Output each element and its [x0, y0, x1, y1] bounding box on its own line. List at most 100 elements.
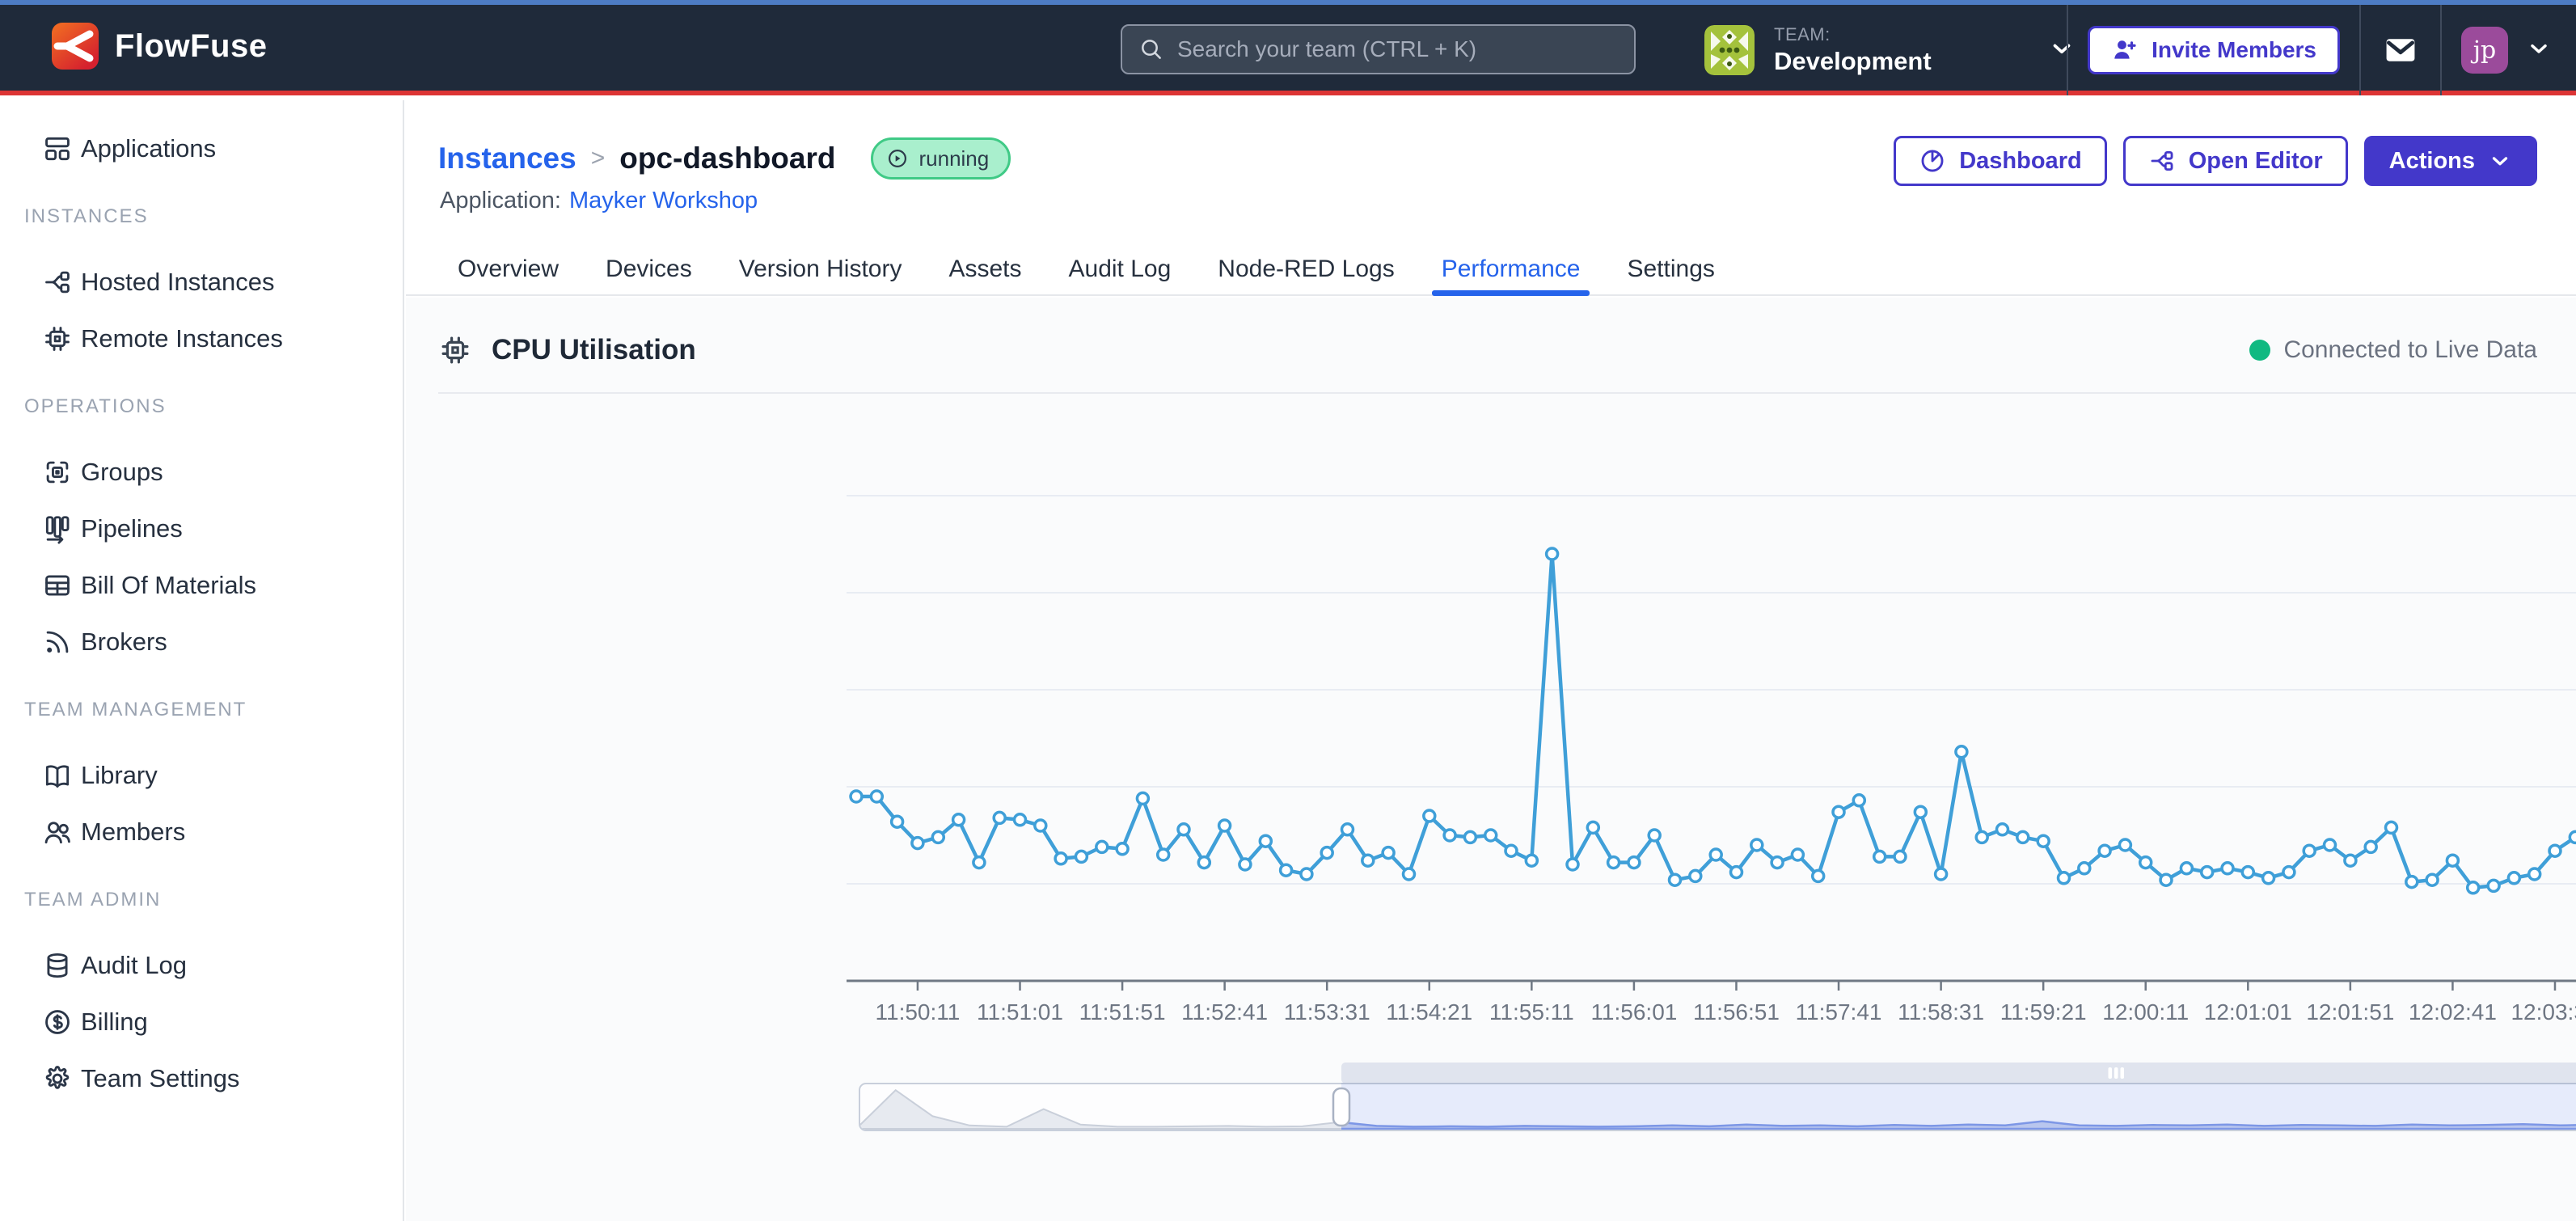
data-point-marker: [2426, 874, 2438, 885]
data-point-marker: [1321, 847, 1332, 859]
top-navbar: FlowFuse TEAM: Development: [0, 5, 2576, 95]
sidebar-item-label: Library: [81, 761, 158, 790]
application-link[interactable]: Mayker Workshop: [569, 188, 758, 213]
data-point-marker: [2365, 841, 2376, 852]
team-selector[interactable]: TEAM: Development: [1704, 24, 2076, 76]
remote-instances-icon: [42, 323, 73, 354]
data-point-marker: [1158, 849, 1169, 860]
data-point-marker: [1219, 820, 1231, 831]
data-point-marker: [1035, 820, 1046, 831]
sidebar-item-team-settings[interactable]: Team Settings: [0, 1053, 403, 1105]
user-menu[interactable]: jp: [2461, 27, 2552, 74]
sidebar-item-audit-log[interactable]: Audit Log: [0, 940, 403, 991]
data-point-marker: [2468, 882, 2479, 894]
data-point-marker: [994, 812, 1005, 823]
chart-range-brush[interactable]: [859, 1063, 2576, 1137]
tab-devices[interactable]: Devices: [601, 244, 697, 294]
data-point-marker: [1547, 548, 1558, 560]
data-point-marker: [1526, 855, 1537, 866]
brush-handle-left[interactable]: [1333, 1088, 1349, 1126]
data-point-marker: [1117, 843, 1128, 855]
data-point-marker: [1281, 864, 1292, 876]
user-chevron-down-icon: [2526, 36, 2552, 65]
x-axis-label: 11:54:21: [1386, 999, 1472, 1025]
sidebar-item-label: Team Settings: [81, 1064, 239, 1093]
data-point-marker: [892, 816, 903, 827]
tab-audit-log[interactable]: Audit Log: [1064, 244, 1176, 294]
brush-grip-icon[interactable]: [2109, 1067, 2113, 1079]
x-axis-label: 12:02:41: [2409, 999, 2497, 1025]
brush-selection[interactable]: [1341, 1084, 2576, 1130]
data-point-marker: [953, 814, 965, 826]
invite-members-button[interactable]: Invite Members: [2088, 26, 2340, 74]
data-point-marker: [932, 831, 944, 843]
data-point-marker: [1833, 806, 1844, 818]
data-point-marker: [2119, 839, 2130, 851]
dashboard-button[interactable]: Dashboard: [1894, 136, 2106, 186]
open-editor-button[interactable]: Open Editor: [2123, 136, 2348, 186]
sidebar-item-label: Brokers: [81, 627, 167, 657]
sidebar-item-billing[interactable]: Billing: [0, 996, 403, 1048]
sidebar-section-team-management: TEAM MANAGEMENT: [24, 695, 247, 725]
sidebar-item-bill-of-materials[interactable]: Bill Of Materials: [0, 560, 403, 611]
data-point-marker: [1731, 867, 1742, 878]
sidebar-item-hosted-instances[interactable]: Hosted Instances: [0, 256, 403, 308]
breadcrumb-instances-link[interactable]: Instances: [438, 142, 576, 175]
sidebar-item-applications[interactable]: Applications: [0, 123, 403, 175]
breadcrumb-separator: >: [591, 145, 606, 172]
sidebar-item-remote-instances[interactable]: Remote Instances: [0, 313, 403, 365]
flowfuse-logo[interactable]: FlowFuse: [52, 23, 267, 70]
data-point-marker: [2570, 831, 2576, 843]
data-point-marker: [2202, 867, 2213, 878]
tab-performance[interactable]: Performance: [1437, 244, 1586, 294]
data-point-marker: [2549, 845, 2561, 856]
tab-assets[interactable]: Assets: [944, 244, 1026, 294]
brush-grip-icon[interactable]: [2114, 1067, 2118, 1079]
sidebar-item-groups[interactable]: Groups: [0, 446, 403, 498]
brush-selection-header[interactable]: [1341, 1063, 2576, 1084]
sidebar-item-label: Members: [81, 818, 185, 847]
sidebar-item-label: Applications: [81, 134, 216, 163]
sidebar-item-library[interactable]: Library: [0, 750, 403, 801]
sidebar-item-label: Billing: [81, 1008, 148, 1037]
cpu-utilisation-chart: 0%0.5%1%1.5%2%2.5%11:50:1111:51:0111:51:…: [406, 395, 2576, 1058]
data-point-marker: [2386, 822, 2397, 833]
sidebar-item-pipelines[interactable]: Pipelines: [0, 503, 403, 555]
sidebar-item-label: Bill Of Materials: [81, 571, 256, 600]
data-point-marker: [1362, 855, 1374, 866]
data-point-marker: [973, 857, 985, 868]
data-point-marker: [1015, 814, 1026, 826]
tab-node-red-logs[interactable]: Node-RED Logs: [1213, 244, 1399, 294]
tab-settings[interactable]: Settings: [1622, 244, 1719, 294]
data-point-marker: [1464, 831, 1476, 843]
x-axis-label: 11:59:21: [2000, 999, 2087, 1025]
live-dot-icon: [2249, 340, 2270, 361]
team-search[interactable]: [1121, 24, 1636, 74]
team-meta: TEAM: Development: [1774, 24, 1932, 76]
actions-button[interactable]: Actions: [2364, 136, 2537, 186]
data-point-marker: [1198, 857, 1210, 868]
sidebar-section-operations: OPERATIONS: [24, 392, 167, 421]
team-name: Development: [1774, 47, 1932, 76]
search-input[interactable]: [1177, 36, 1618, 62]
tab-overview[interactable]: Overview: [453, 244, 564, 294]
data-point-marker: [2160, 874, 2172, 885]
data-point-marker: [2447, 855, 2458, 866]
brush-grip-icon[interactable]: [2121, 1067, 2125, 1079]
main-content: Instances > opc-dashboard running Applic…: [406, 100, 2576, 1221]
data-point-marker: [1874, 851, 1886, 862]
data-point-marker: [1424, 810, 1435, 822]
node-red-fork-icon: [2148, 147, 2176, 175]
logo-text: FlowFuse: [115, 28, 267, 65]
tab-version-history[interactable]: Version History: [734, 244, 907, 294]
data-point-marker: [851, 791, 862, 802]
sidebar-item-label: Pipelines: [81, 514, 183, 543]
live-status: Connected to Live Data: [2249, 336, 2537, 364]
data-point-marker: [1710, 849, 1721, 860]
sidebar-item-members[interactable]: Members: [0, 806, 403, 858]
sidebar-item-brokers[interactable]: Brokers: [0, 616, 403, 668]
x-axis-label: 12:00:11: [2102, 999, 2189, 1025]
sidebar-item-label: Remote Instances: [81, 324, 283, 353]
notifications-button[interactable]: [2380, 32, 2421, 68]
data-point-marker: [2529, 868, 2540, 880]
